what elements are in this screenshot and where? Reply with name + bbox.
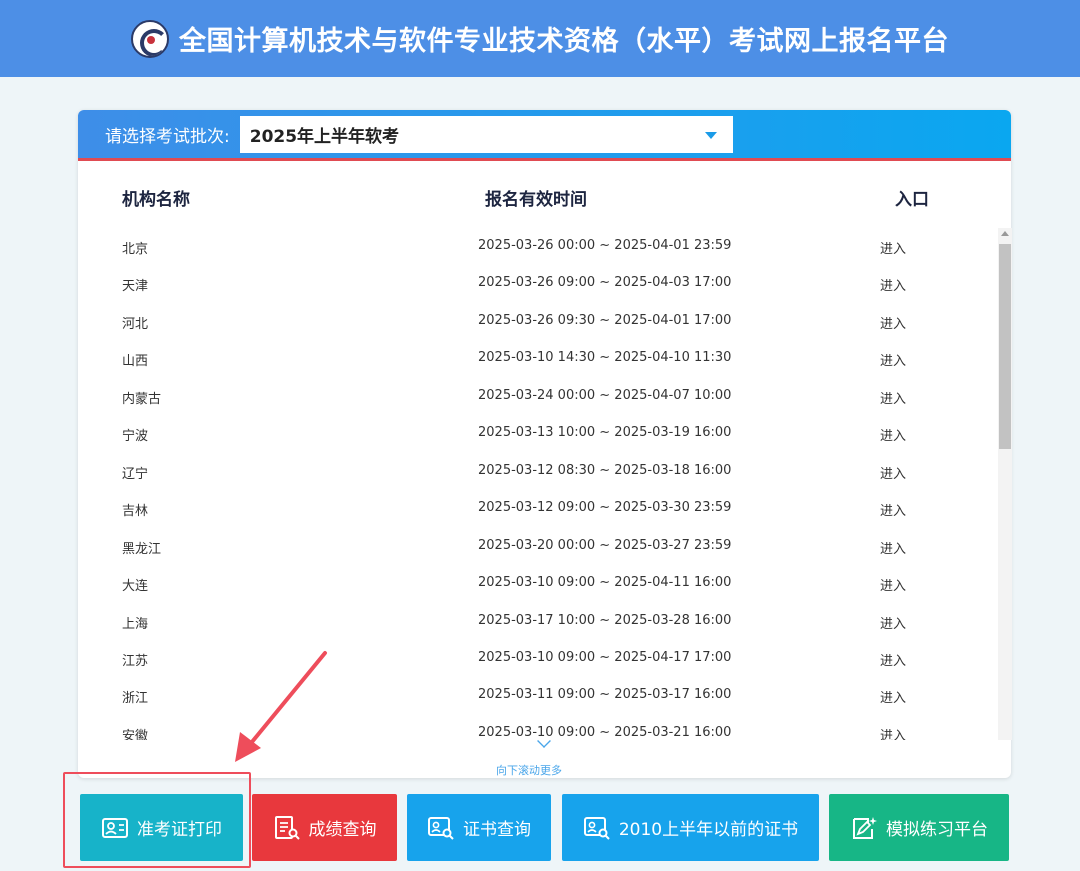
column-header-time: 报名有效时间: [485, 190, 587, 210]
column-header-name: 机构名称: [122, 190, 190, 210]
table-row: 浙江 2025-03-11 09:00 ~ 2025-03-17 16:00 进入: [78, 677, 998, 714]
org-name: 黑龙江: [122, 541, 162, 557]
certificate-query-button[interactable]: 证书查询: [407, 794, 551, 861]
certificate-search-icon: [583, 816, 610, 840]
admit-card-print-label: 准考证打印: [137, 820, 222, 840]
enter-link[interactable]: 进入: [880, 463, 906, 482]
scroll-up-arrow-icon[interactable]: [1001, 231, 1009, 236]
org-name: 天津: [122, 279, 149, 295]
batch-select[interactable]: 2025年上半年软考: [239, 115, 733, 153]
batch-selector-bar: 请选择考试批次: 2025年上半年软考: [78, 110, 1011, 161]
org-name: 安徽: [122, 728, 149, 740]
table-row: 辽宁 2025-03-12 08:30 ~ 2025-03-18 16:00 进入: [78, 453, 998, 490]
enter-link[interactable]: 进入: [880, 538, 906, 557]
registration-period: 2025-03-20 00:00 ~ 2025-03-27 23:59: [478, 537, 732, 553]
scroll-thumb[interactable]: [999, 244, 1011, 449]
score-query-label: 成绩查询: [308, 820, 377, 840]
enter-link[interactable]: 进入: [880, 687, 906, 706]
org-name: 上海: [122, 616, 149, 632]
enter-link[interactable]: 进入: [880, 238, 906, 257]
org-name: 河北: [122, 316, 149, 332]
page-title: 全国计算机技术与软件专业技术资格（水平）考试网上报名平台: [179, 26, 949, 57]
table-row: 内蒙古 2025-03-24 00:00 ~ 2025-04-07 10:00 进入: [78, 378, 998, 415]
enter-link[interactable]: 进入: [880, 613, 906, 632]
enter-link[interactable]: 进入: [880, 275, 906, 294]
id-card-icon: [102, 817, 128, 838]
org-name: 宁波: [122, 429, 149, 445]
registration-period: 2025-03-10 09:00 ~ 2025-04-11 16:00: [478, 575, 732, 591]
edit-sparkle-icon: [853, 816, 877, 839]
enter-link[interactable]: 进入: [880, 650, 906, 669]
admit-card-print-button[interactable]: 准考证打印: [80, 794, 243, 861]
score-query-button[interactable]: 成绩查询: [252, 794, 397, 861]
enter-link[interactable]: 进入: [880, 350, 906, 369]
column-header-entry: 入口: [895, 190, 929, 210]
table-row: 北京 2025-03-26 00:00 ~ 2025-04-01 23:59 进入: [78, 228, 998, 265]
org-name: 辽宁: [122, 466, 149, 482]
registration-period: 2025-03-11 09:00 ~ 2025-03-17 16:00: [478, 687, 732, 703]
practice-platform-button[interactable]: 模拟练习平台: [829, 794, 1009, 861]
org-table[interactable]: 北京 2025-03-26 00:00 ~ 2025-04-01 23:59 进入天…: [78, 228, 998, 740]
table-row: 上海 2025-03-17 10:00 ~ 2025-03-28 16:00 进入: [78, 603, 998, 640]
table-row: 黑龙江 2025-03-20 00:00 ~ 2025-03-27 23:59 进入: [78, 528, 998, 565]
registration-period: 2025-03-26 00:00 ~ 2025-04-01 23:59: [478, 238, 732, 253]
report-search-icon: [274, 815, 300, 840]
registration-period: 2025-03-12 09:00 ~ 2025-03-30 23:59: [478, 500, 732, 516]
org-name: 北京: [122, 242, 149, 257]
enter-link[interactable]: 进入: [880, 388, 906, 407]
annotation-arrow: [235, 651, 327, 762]
registration-period: 2025-03-10 09:00 ~ 2025-04-17 17:00: [478, 649, 732, 665]
org-name: 山西: [122, 354, 149, 370]
registration-period: 2025-03-17 10:00 ~ 2025-03-28 16:00: [478, 612, 732, 628]
scroll-more-hint: 向下滚动更多: [496, 764, 562, 777]
logo-icon: [131, 19, 169, 58]
enter-link[interactable]: 进入: [880, 725, 906, 740]
table-row: 河北 2025-03-26 09:30 ~ 2025-04-01 17:00 进入: [78, 303, 998, 340]
certificate-search-icon: [428, 816, 454, 840]
table-row: 天津 2025-03-26 09:00 ~ 2025-04-03 17:00 进入: [78, 265, 998, 302]
practice-platform-label: 模拟练习平台: [886, 820, 988, 840]
table-row: 安徽 2025-03-10 09:00 ~ 2025-03-21 16:00 进入: [78, 715, 998, 740]
registration-period: 2025-03-13 10:00 ~ 2025-03-19 16:00: [478, 425, 732, 441]
old-certificate-button[interactable]: 2010上半年以前的证书: [562, 794, 819, 861]
table-row: 吉林 2025-03-12 09:00 ~ 2025-03-30 23:59 进入: [78, 490, 998, 527]
table-row: 宁波 2025-03-13 10:00 ~ 2025-03-19 16:00 进入: [78, 415, 998, 452]
enter-link[interactable]: 进入: [880, 575, 906, 594]
org-name: 吉林: [122, 504, 149, 520]
registration-period: 2025-03-26 09:00 ~ 2025-04-03 17:00: [478, 275, 732, 291]
certificate-query-label: 证书查询: [463, 820, 531, 840]
page-header: 全国计算机技术与软件专业技术资格（水平）考试网上报名平台: [0, 0, 1080, 77]
registration-period: 2025-03-10 09:00 ~ 2025-03-21 16:00: [478, 724, 732, 740]
old-certificate-label: 2010上半年以前的证书: [618, 820, 799, 840]
org-name: 内蒙古: [122, 391, 162, 407]
table-scrollbar[interactable]: [998, 228, 1012, 740]
batch-select-value: 2025年上半年软考: [249, 126, 400, 147]
enter-link[interactable]: 进入: [880, 313, 906, 332]
enter-link[interactable]: 进入: [880, 425, 906, 444]
registration-period: 2025-03-12 08:30 ~ 2025-03-18 16:00: [478, 462, 732, 478]
registration-period: 2025-03-24 00:00 ~ 2025-04-07 10:00: [478, 387, 732, 403]
table-row: 江苏 2025-03-10 09:00 ~ 2025-04-17 17:00 进入: [78, 640, 998, 677]
org-name: 江苏: [122, 653, 149, 669]
batch-select-label: 请选择考试批次:: [105, 126, 230, 147]
registration-period: 2025-03-26 09:30 ~ 2025-04-01 17:00: [478, 312, 732, 328]
table-row: 大连 2025-03-10 09:00 ~ 2025-04-11 16:00 进入: [78, 565, 998, 602]
org-name: 大连: [122, 579, 149, 595]
table-row: 山西 2025-03-10 14:30 ~ 2025-04-10 11:30 进入: [78, 340, 998, 377]
org-name: 浙江: [122, 691, 149, 707]
chevron-down-icon[interactable]: [704, 131, 717, 139]
enter-link[interactable]: 进入: [880, 500, 906, 519]
registration-period: 2025-03-10 14:30 ~ 2025-04-10 11:30: [478, 350, 732, 366]
